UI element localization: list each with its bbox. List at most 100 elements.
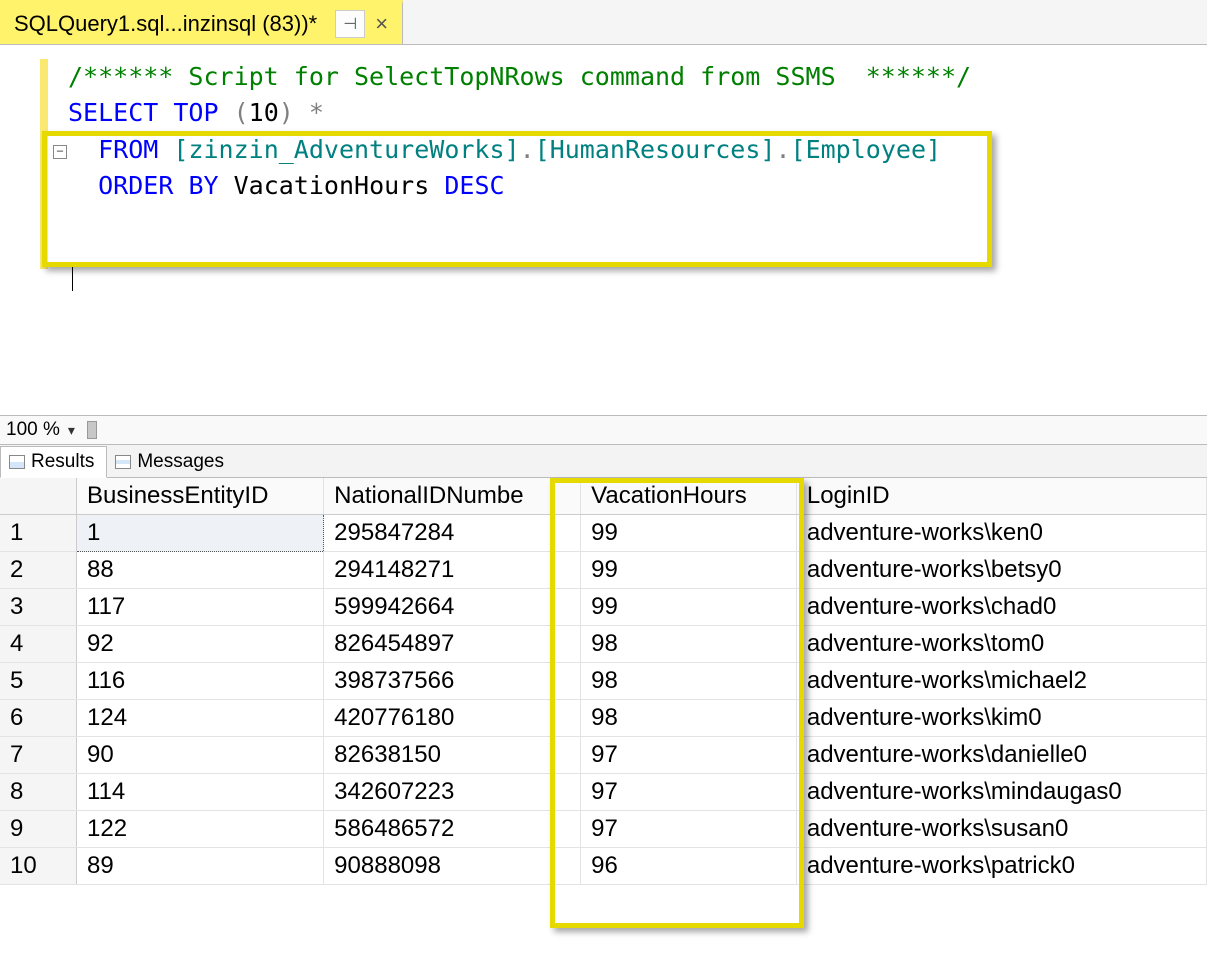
row-number[interactable]: 2 — [0, 552, 77, 589]
cell-business-entity-id[interactable]: 122 — [77, 811, 324, 848]
col-vacationhours: VacationHours — [234, 171, 430, 200]
row-number[interactable]: 4 — [0, 626, 77, 663]
cell-login-id[interactable]: adventure-works\kim0 — [796, 700, 1206, 737]
col-vacation-hours[interactable]: VacationHours — [581, 478, 797, 515]
cell-vacation-hours[interactable]: 99 — [581, 552, 797, 589]
code-comment: /****** Script for SelectTopNRows comman… — [68, 62, 971, 91]
grid-icon — [9, 455, 25, 469]
cell-login-id[interactable]: adventure-works\danielle0 — [796, 737, 1206, 774]
cell-national-id-number[interactable]: 82638150 — [324, 737, 581, 774]
kw-top: TOP — [173, 98, 218, 127]
table-row[interactable]: 511639873756698adventure-works\michael2 — [0, 663, 1207, 700]
cell-national-id-number[interactable]: 599942664 — [324, 589, 581, 626]
close-icon[interactable]: × — [375, 11, 388, 37]
tab-messages-label: Messages — [137, 451, 224, 473]
cell-vacation-hours[interactable]: 97 — [581, 811, 797, 848]
ident-table: [Employee] — [791, 135, 942, 164]
cell-business-entity-id[interactable]: 117 — [77, 589, 324, 626]
ident-db: [zinzin_AdventureWorks] — [173, 135, 519, 164]
cell-business-entity-id[interactable]: 89 — [77, 848, 324, 885]
table-row[interactable]: 912258648657297adventure-works\susan0 — [0, 811, 1207, 848]
row-header-blank — [0, 478, 77, 515]
table-row[interactable]: 811434260722397adventure-works\mindaugas… — [0, 774, 1207, 811]
cell-national-id-number[interactable]: 294148271 — [324, 552, 581, 589]
cell-login-id[interactable]: adventure-works\mindaugas0 — [796, 774, 1206, 811]
sql-editor[interactable]: − /****** Script for SelectTopNRows comm… — [0, 45, 1207, 415]
tab-results[interactable]: Results — [0, 446, 107, 478]
dot: . — [775, 135, 790, 164]
messages-icon — [115, 455, 131, 469]
results-grid-container: BusinessEntityID NationalIDNumbe Vacatio… — [0, 478, 1207, 885]
document-tab-title: SQLQuery1.sql...inzinsql (83))* — [14, 11, 317, 37]
cell-vacation-hours[interactable]: 98 — [581, 700, 797, 737]
cell-vacation-hours[interactable]: 97 — [581, 774, 797, 811]
col-national-id-number[interactable]: NationalIDNumbe — [324, 478, 581, 515]
cell-login-id[interactable]: adventure-works\ken0 — [796, 515, 1206, 552]
row-number[interactable]: 8 — [0, 774, 77, 811]
cell-national-id-number[interactable]: 342607223 — [324, 774, 581, 811]
row-number[interactable]: 3 — [0, 589, 77, 626]
pin-icon[interactable]: ⊣ — [335, 10, 365, 38]
row-number[interactable]: 5 — [0, 663, 77, 700]
cell-business-entity-id[interactable]: 88 — [77, 552, 324, 589]
cell-login-id[interactable]: adventure-works\patrick0 — [796, 848, 1206, 885]
cell-vacation-hours[interactable]: 98 — [581, 663, 797, 700]
cell-login-id[interactable]: adventure-works\betsy0 — [796, 552, 1206, 589]
table-row[interactable]: 311759994266499adventure-works\chad0 — [0, 589, 1207, 626]
cell-business-entity-id[interactable]: 90 — [77, 737, 324, 774]
document-tab-bar: SQLQuery1.sql...inzinsql (83))* ⊣ × — [0, 0, 1207, 45]
paren-close: ) — [279, 98, 294, 127]
cell-login-id[interactable]: adventure-works\susan0 — [796, 811, 1206, 848]
cell-national-id-number[interactable]: 295847284 — [324, 515, 581, 552]
row-number[interactable]: 9 — [0, 811, 77, 848]
change-gutter — [40, 59, 48, 269]
cell-business-entity-id[interactable]: 92 — [77, 626, 324, 663]
row-number[interactable]: 10 — [0, 848, 77, 885]
text-cursor — [72, 263, 73, 291]
cell-business-entity-id[interactable]: 1 — [77, 515, 324, 552]
row-number[interactable]: 6 — [0, 700, 77, 737]
col-login-id[interactable]: LoginID — [796, 478, 1206, 515]
kw-from: FROM — [98, 135, 158, 164]
col-business-entity-id[interactable]: BusinessEntityID — [77, 478, 324, 515]
cell-business-entity-id[interactable]: 114 — [77, 774, 324, 811]
tab-messages[interactable]: Messages — [107, 447, 236, 477]
cell-vacation-hours[interactable]: 96 — [581, 848, 797, 885]
table-row[interactable]: 10899088809896adventure-works\patrick0 — [0, 848, 1207, 885]
results-grid[interactable]: BusinessEntityID NationalIDNumbe Vacatio… — [0, 478, 1207, 885]
table-row[interactable]: 49282645489798adventure-works\tom0 — [0, 626, 1207, 663]
star: * — [309, 98, 324, 127]
cell-login-id[interactable]: adventure-works\chad0 — [796, 589, 1206, 626]
sql-code[interactable]: /****** Script for SelectTopNRows comman… — [0, 45, 1207, 204]
kw-select: SELECT — [68, 98, 158, 127]
document-tab[interactable]: SQLQuery1.sql...inzinsql (83))* ⊣ × — [0, 0, 403, 44]
kw-desc: DESC — [444, 171, 504, 200]
cell-business-entity-id[interactable]: 116 — [77, 663, 324, 700]
cell-national-id-number[interactable]: 398737566 — [324, 663, 581, 700]
cell-national-id-number[interactable]: 586486572 — [324, 811, 581, 848]
cell-vacation-hours[interactable]: 97 — [581, 737, 797, 774]
collapse-region-icon[interactable]: − — [53, 145, 67, 159]
table-row[interactable]: 1129584728499adventure-works\ken0 — [0, 515, 1207, 552]
horizontal-scroll-thumb[interactable] — [87, 421, 97, 439]
cell-login-id[interactable]: adventure-works\michael2 — [796, 663, 1206, 700]
zoom-dropdown-icon[interactable]: ▾ — [68, 422, 75, 439]
cell-business-entity-id[interactable]: 124 — [77, 700, 324, 737]
row-number[interactable]: 7 — [0, 737, 77, 774]
results-tab-bar: Results Messages — [0, 445, 1207, 478]
header-row: BusinessEntityID NationalIDNumbe Vacatio… — [0, 478, 1207, 515]
cell-vacation-hours[interactable]: 99 — [581, 515, 797, 552]
table-row[interactable]: 28829414827199adventure-works\betsy0 — [0, 552, 1207, 589]
cell-national-id-number[interactable]: 90888098 — [324, 848, 581, 885]
cell-national-id-number[interactable]: 826454897 — [324, 626, 581, 663]
table-row[interactable]: 7908263815097adventure-works\danielle0 — [0, 737, 1207, 774]
tab-results-label: Results — [31, 451, 94, 473]
cell-vacation-hours[interactable]: 99 — [581, 589, 797, 626]
cell-login-id[interactable]: adventure-works\tom0 — [796, 626, 1206, 663]
table-row[interactable]: 612442077618098adventure-works\kim0 — [0, 700, 1207, 737]
zoom-level[interactable]: 100 % — [6, 419, 60, 441]
cell-national-id-number[interactable]: 420776180 — [324, 700, 581, 737]
row-number[interactable]: 1 — [0, 515, 77, 552]
cell-vacation-hours[interactable]: 98 — [581, 626, 797, 663]
dot: . — [520, 135, 535, 164]
